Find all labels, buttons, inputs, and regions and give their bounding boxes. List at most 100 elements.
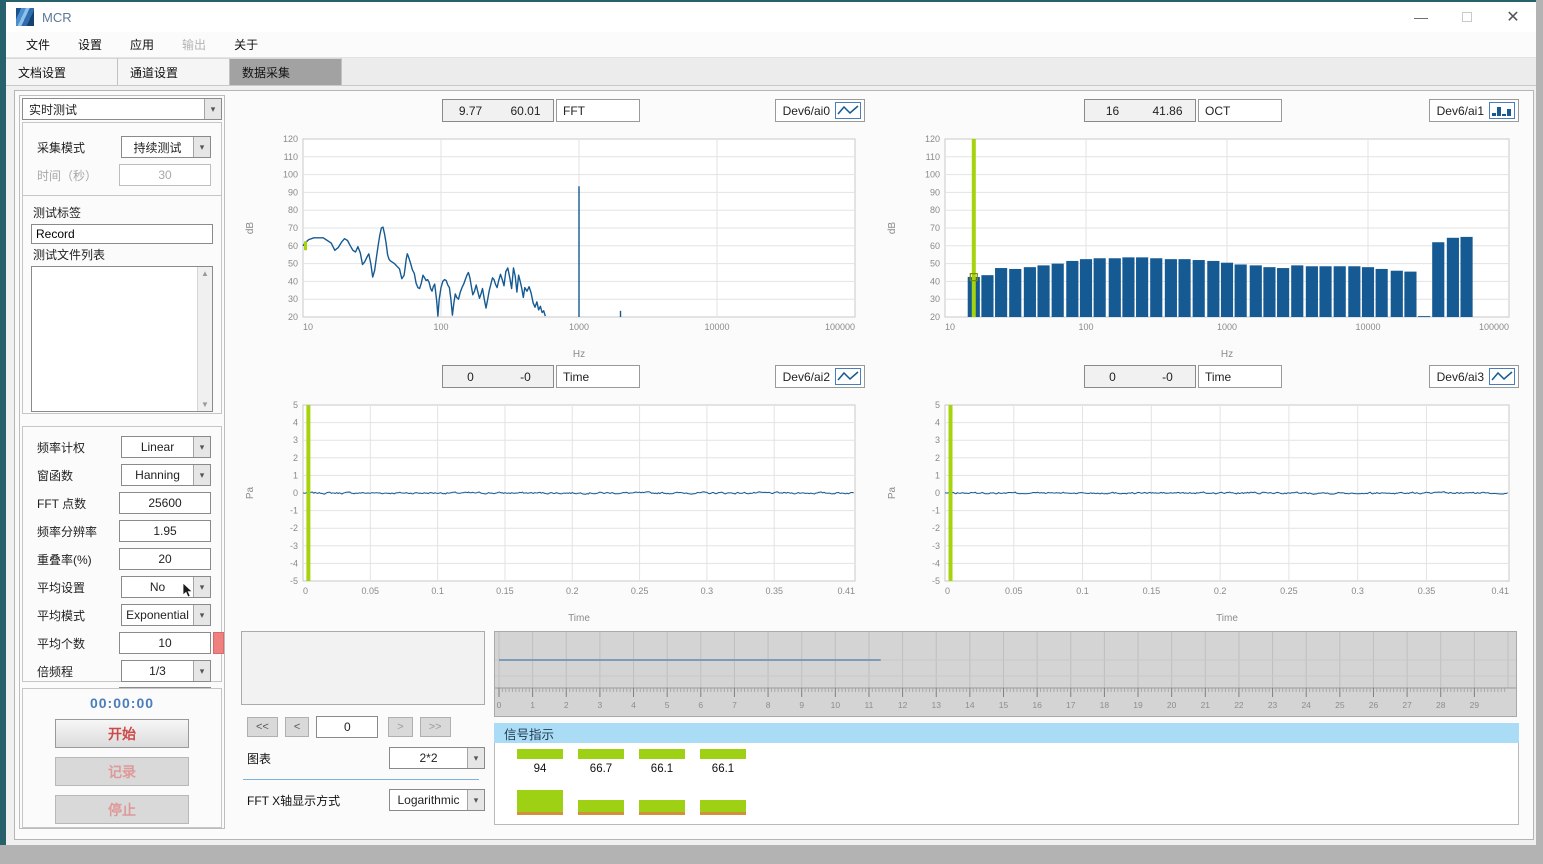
freq-weighting-select[interactable]: Linear▾ [121, 436, 211, 458]
svg-text:100000: 100000 [825, 322, 855, 332]
close-button[interactable]: ✕ [1490, 2, 1536, 32]
stop-button[interactable]: 停止 [55, 795, 189, 824]
svg-text:16: 16 [1032, 700, 1042, 710]
average-count-field[interactable] [119, 632, 211, 654]
freq-resolution-field[interactable] [119, 520, 211, 542]
level-baseline [700, 812, 746, 815]
svg-text:80: 80 [930, 205, 940, 215]
menu-item-about[interactable]: 关于 [220, 32, 272, 58]
scroll-down-icon[interactable]: ▼ [201, 400, 209, 409]
signal-meter: 66.1 [700, 743, 746, 825]
maximize-button[interactable] [1444, 2, 1490, 32]
svg-text:5: 5 [665, 700, 670, 710]
tab-channel-settings[interactable]: 通道设置 [118, 58, 230, 85]
level-baseline [517, 812, 563, 815]
chart-time2: 0-0TimeDev6/ai2-5-4-3-2-101234500.050.10… [241, 363, 877, 627]
test-label-input[interactable] [31, 224, 213, 244]
nav-last-button[interactable]: >> [420, 717, 451, 737]
svg-text:23: 23 [1268, 700, 1278, 710]
chevron-down-icon: ▾ [204, 99, 221, 119]
channel-select[interactable]: Dev6/ai2 [775, 365, 865, 388]
live-level-bar [639, 800, 685, 812]
svg-text:-4: -4 [290, 558, 298, 568]
alert-flag [213, 632, 224, 654]
acq-mode-select[interactable]: 持续测试▾ [121, 136, 211, 158]
svg-text:Time: Time [1216, 613, 1238, 624]
main-area: 实时测试 ▾ 采集模式持续测试▾时间（秒） 测试标签 测试文件列表 ▲ ▼ [6, 86, 1536, 845]
record-button[interactable]: 记录 [55, 757, 189, 786]
channel-select[interactable]: Dev6/ai1 [1429, 99, 1519, 122]
svg-text:dB: dB [245, 222, 256, 235]
svg-text:0.35: 0.35 [1418, 586, 1436, 596]
combo-value: 实时测试 [23, 99, 204, 119]
octave-label: 倍频程 [31, 663, 121, 680]
nav-first-button[interactable]: << [247, 717, 278, 737]
app-logo-icon [16, 8, 34, 26]
menu-item-file[interactable]: 文件 [12, 32, 64, 58]
svg-text:1: 1 [530, 700, 535, 710]
nav-prev-button[interactable]: < [285, 717, 309, 737]
menu-bar: 文件设置应用输出关于 [6, 32, 1536, 58]
param-row-acq-mode: 采集模式持续测试▾ [31, 135, 213, 159]
channel-select[interactable]: Dev6/ai3 [1429, 365, 1519, 388]
chart-plot-time3[interactable]: -5-4-3-2-101234500.050.10.150.20.250.30.… [883, 389, 1531, 627]
nav-next-button[interactable]: > [388, 717, 412, 737]
octave-select[interactable]: 1/3▾ [121, 660, 211, 682]
average-mode-select[interactable]: Exponential▾ [121, 604, 211, 626]
param-row-window-function: 窗函数Hanning▾ [31, 463, 213, 487]
live-level-bar [517, 790, 563, 812]
svg-text:19: 19 [1133, 700, 1143, 710]
scrollbar[interactable]: ▲ ▼ [197, 267, 212, 411]
svg-text:100: 100 [1078, 322, 1093, 332]
svg-text:2: 2 [935, 453, 940, 463]
fft-points-field[interactable] [119, 492, 211, 514]
svg-text:5: 5 [293, 400, 298, 410]
tab-doc-settings[interactable]: 文档设置 [6, 58, 118, 85]
page-index-field[interactable]: 0 [316, 716, 378, 738]
test-mode-select[interactable]: 实时测试 ▾ [22, 98, 222, 120]
fft-axis-label: FFT X轴显示方式 [247, 792, 340, 809]
svg-text:2: 2 [293, 453, 298, 463]
duration-label: 时间（秒） [31, 167, 119, 184]
menu-item-output[interactable]: 输出 [168, 32, 220, 58]
chart-plot-fft[interactable]: 2030405060708090100110120101001000100001… [241, 123, 877, 363]
average-setting-select[interactable]: No▾ [121, 576, 211, 598]
svg-text:120: 120 [925, 134, 940, 144]
timeline-canvas[interactable]: 0123456789101112131415161718192021222324… [495, 632, 1516, 716]
cursor-readout: 9.7760.01 [442, 99, 554, 122]
minimize-button[interactable]: — [1398, 2, 1444, 32]
param-row-overlap: 重叠率(%) [31, 547, 213, 571]
menu-item-application[interactable]: 应用 [116, 32, 168, 58]
svg-text:1000: 1000 [1217, 322, 1237, 332]
param-row-average-count: 平均个数 [31, 631, 213, 655]
svg-text:11: 11 [865, 700, 874, 710]
combo-value: Exponential [122, 605, 193, 625]
chart-layout-select[interactable]: 2*2 ▾ [389, 747, 485, 769]
freq-weighting-label: 频率计权 [31, 439, 121, 456]
tab-data-acquisition[interactable]: 数据采集 [230, 58, 342, 85]
svg-text:110: 110 [926, 152, 940, 162]
chart-plot-time2[interactable]: -5-4-3-2-101234500.050.10.150.20.250.30.… [241, 389, 877, 627]
content-panel: 实时测试 ▾ 采集模式持续测试▾时间（秒） 测试标签 测试文件列表 ▲ ▼ [14, 90, 1534, 840]
svg-text:20: 20 [288, 312, 298, 322]
window-function-select[interactable]: Hanning▾ [121, 464, 211, 486]
menu-item-settings[interactable]: 设置 [64, 32, 116, 58]
chart-plot-oct[interactable]: 2030405060708090100110120101001000100001… [883, 123, 1531, 363]
fft-axis-select[interactable]: Logarithmic ▾ [389, 789, 485, 811]
duration-field[interactable] [119, 164, 211, 186]
svg-text:6: 6 [698, 700, 703, 710]
chart-oct: 1641.86OCTDev6/ai12030405060708090100110… [883, 97, 1531, 363]
svg-text:10: 10 [831, 700, 841, 710]
channel-select[interactable]: Dev6/ai0 [775, 99, 865, 122]
svg-text:7: 7 [732, 700, 737, 710]
test-file-list[interactable]: ▲ ▼ [31, 266, 213, 412]
start-button[interactable]: 开始 [55, 719, 189, 748]
svg-text:100: 100 [433, 322, 448, 332]
svg-text:1000: 1000 [569, 322, 589, 332]
divider [23, 195, 221, 196]
overlap-field[interactable] [119, 548, 211, 570]
svg-text:110: 110 [284, 152, 298, 162]
channel-label: Dev6/ai3 [1437, 370, 1484, 384]
scroll-up-icon[interactable]: ▲ [201, 269, 209, 278]
record-timeline[interactable]: 0123456789101112131415161718192021222324… [494, 631, 1517, 717]
